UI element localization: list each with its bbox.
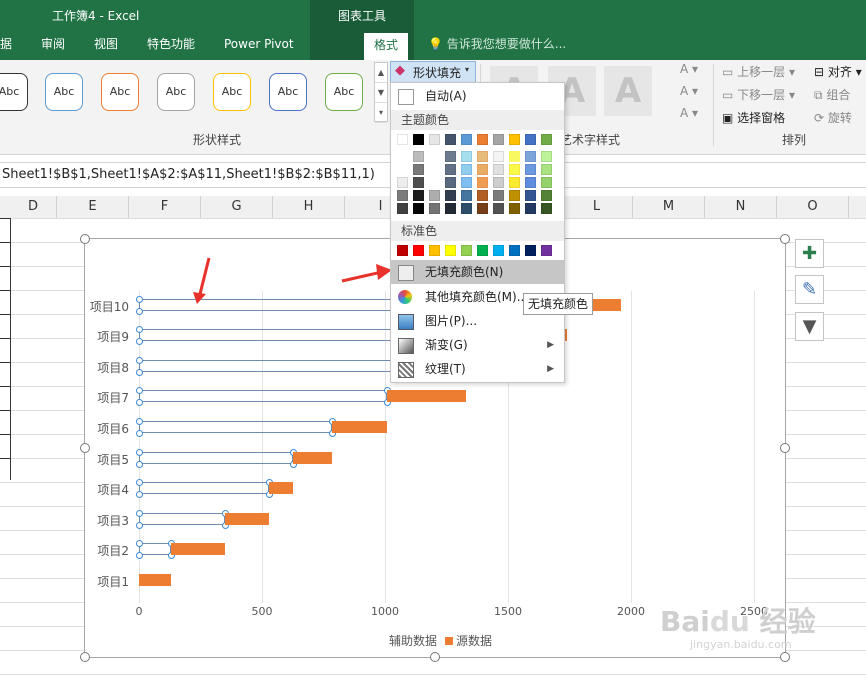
submenu-arrow-icon: ▶ [547, 340, 554, 350]
theme-color-swatch[interactable] [493, 134, 504, 145]
theme-color-shade-swatch[interactable] [541, 190, 552, 201]
theme-color-shade-swatch[interactable] [397, 177, 408, 188]
standard-color-swatch[interactable] [413, 245, 424, 256]
theme-color-shade-swatch[interactable] [445, 164, 456, 175]
theme-color-shade-swatch[interactable] [397, 151, 408, 162]
theme-color-shade-swatch[interactable] [541, 164, 552, 175]
no-fill-icon [398, 265, 414, 281]
theme-color-shade-swatch[interactable] [461, 203, 472, 214]
theme-color-swatch[interactable] [461, 134, 472, 145]
theme-color-shade-swatch[interactable] [525, 151, 536, 162]
theme-color-shade-swatch[interactable] [445, 203, 456, 214]
theme-color-shade-swatch[interactable] [541, 203, 552, 214]
theme-color-shade-swatch[interactable] [477, 190, 488, 201]
theme-color-shade-swatch[interactable] [413, 203, 424, 214]
standard-color-swatch[interactable] [461, 245, 472, 256]
theme-color-shade-swatch[interactable] [413, 151, 424, 162]
theme-color-shade-swatch[interactable] [477, 203, 488, 214]
theme-color-swatch[interactable] [509, 134, 520, 145]
menu-item-texture[interactable]: 纹理(T) ▶ [391, 357, 564, 381]
standard-colors-header: 标准色 [391, 221, 564, 241]
theme-color-shade-swatch[interactable] [429, 177, 440, 188]
red-arrow-right [341, 270, 383, 283]
theme-color-shade-swatch[interactable] [429, 164, 440, 175]
red-arrow-down [197, 257, 211, 299]
theme-color-swatch[interactable] [525, 134, 536, 145]
theme-color-shade-swatch[interactable] [493, 177, 504, 188]
theme-color-swatch[interactable] [477, 134, 488, 145]
theme-color-shade-swatch[interactable] [445, 177, 456, 188]
theme-color-shade-swatch[interactable] [461, 177, 472, 188]
shape-fill-dropdown: 自动(A) 主题颜色 标准色 无填充颜色(N) 其他填充颜色(M)... 图片(… [390, 82, 565, 383]
theme-color-shade-swatch[interactable] [429, 190, 440, 201]
standard-color-swatch[interactable] [429, 245, 440, 256]
theme-color-shade-swatch[interactable] [493, 203, 504, 214]
standard-color-swatch[interactable] [445, 245, 456, 256]
theme-color-shade-swatch[interactable] [477, 151, 488, 162]
theme-color-shade-swatch[interactable] [541, 151, 552, 162]
theme-color-shade-swatch[interactable] [509, 151, 520, 162]
theme-color-shade-swatch[interactable] [525, 177, 536, 188]
theme-color-swatch[interactable] [413, 134, 424, 145]
theme-color-shade-swatch[interactable] [509, 177, 520, 188]
theme-color-shade-swatch[interactable] [413, 177, 424, 188]
theme-color-shade-swatch[interactable] [429, 151, 440, 162]
standard-color-swatch[interactable] [493, 245, 504, 256]
theme-color-shade-swatch[interactable] [477, 177, 488, 188]
auto-color-icon [398, 89, 414, 105]
theme-color-shade-swatch[interactable] [413, 164, 424, 175]
theme-color-shade-swatch[interactable] [445, 190, 456, 201]
menu-item-gradient[interactable]: 渐变(G) ▶ [391, 333, 564, 357]
color-wheel-icon [398, 290, 412, 304]
theme-color-shade-swatch[interactable] [509, 164, 520, 175]
theme-color-swatch[interactable] [429, 134, 440, 145]
theme-color-shade-swatch[interactable] [509, 203, 520, 214]
standard-color-swatch[interactable] [541, 245, 552, 256]
theme-color-shade-swatch[interactable] [461, 164, 472, 175]
theme-color-shade-swatch[interactable] [525, 164, 536, 175]
theme-color-swatch[interactable] [541, 134, 552, 145]
theme-color-shade-swatch[interactable] [541, 177, 552, 188]
theme-color-shade-swatch[interactable] [493, 190, 504, 201]
gradient-icon [398, 338, 414, 354]
menu-item-auto[interactable]: 自动(A) [391, 84, 564, 108]
theme-color-shade-swatch[interactable] [445, 151, 456, 162]
menu-item-no-fill[interactable]: 无填充颜色(N) [391, 260, 564, 284]
theme-color-shade-swatch[interactable] [397, 190, 408, 201]
standard-color-swatch[interactable] [477, 245, 488, 256]
theme-color-shade-swatch[interactable] [509, 190, 520, 201]
standard-color-swatch[interactable] [509, 245, 520, 256]
watermark-url: jingyan.baidu.com [690, 638, 792, 651]
theme-color-shade-swatch[interactable] [397, 164, 408, 175]
theme-color-shade-swatch[interactable] [493, 151, 504, 162]
standard-color-swatch[interactable] [525, 245, 536, 256]
submenu-arrow-icon: ▶ [547, 364, 554, 374]
tooltip: 无填充颜色 [523, 293, 593, 315]
theme-color-shade-swatch[interactable] [461, 190, 472, 201]
theme-color-shade-swatch[interactable] [413, 190, 424, 201]
arrowhead-icon [193, 292, 206, 304]
picture-icon [398, 314, 414, 330]
theme-colors-header: 主题颜色 [391, 110, 564, 130]
theme-color-shade-swatch[interactable] [397, 203, 408, 214]
theme-color-swatch[interactable] [445, 134, 456, 145]
watermark-logo: Baidu 经验 [660, 605, 816, 638]
theme-color-shade-swatch[interactable] [525, 203, 536, 214]
texture-icon [398, 362, 414, 378]
theme-color-swatch[interactable] [397, 134, 408, 145]
theme-color-shade-swatch[interactable] [525, 190, 536, 201]
theme-color-shade-swatch[interactable] [477, 164, 488, 175]
theme-color-shade-swatch[interactable] [461, 151, 472, 162]
theme-color-shade-swatch[interactable] [493, 164, 504, 175]
standard-color-swatch[interactable] [397, 245, 408, 256]
theme-color-shade-swatch[interactable] [429, 203, 440, 214]
